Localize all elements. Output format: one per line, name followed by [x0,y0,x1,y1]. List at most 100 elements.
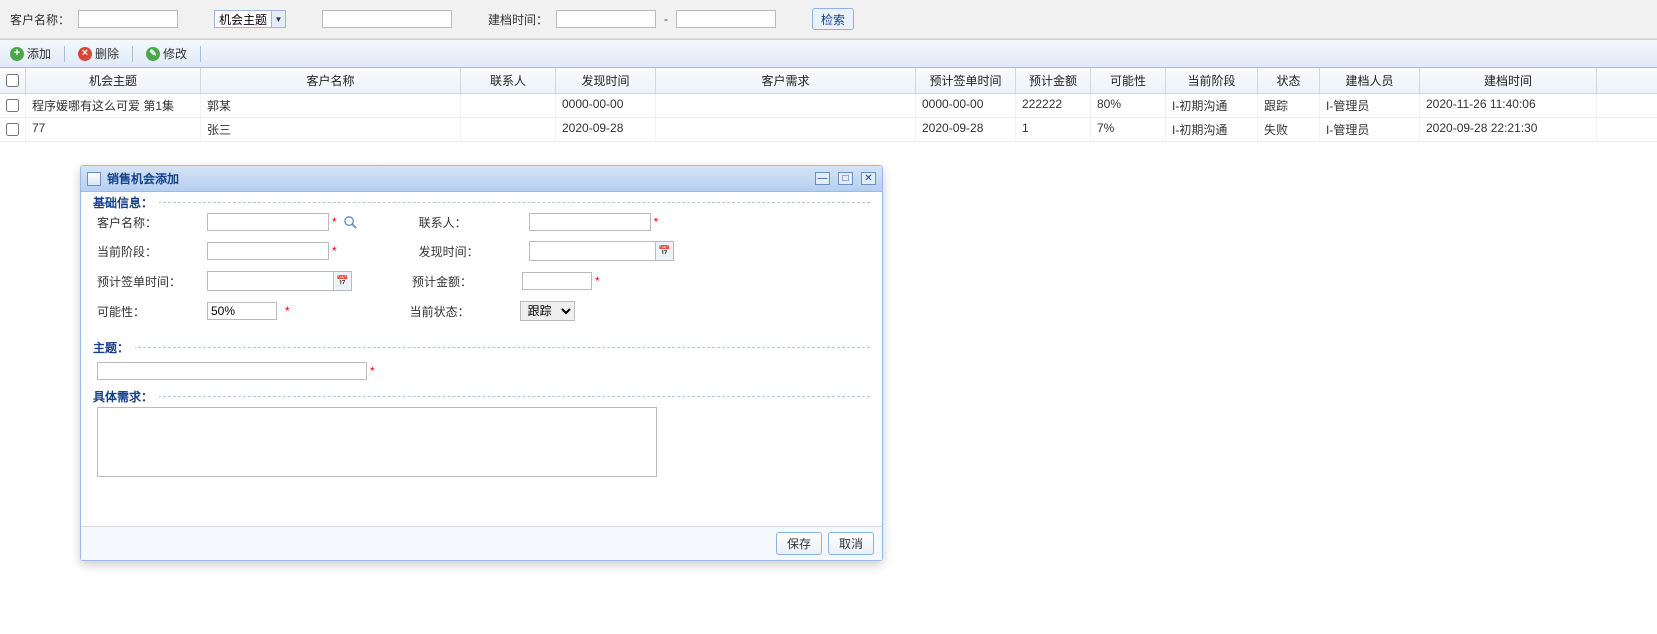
header-need[interactable]: 客户需求 [656,68,916,93]
delete-button[interactable]: × 删除 [73,43,124,64]
required-mark: * [370,364,375,378]
delete-icon: × [78,47,92,61]
create-time-label: 建档时间： [488,11,548,28]
separator [200,46,201,62]
need-section: 具体需求： [93,396,870,520]
est-amt-input[interactable] [522,272,592,290]
row-checkbox[interactable] [6,99,19,112]
contact-input[interactable] [529,213,651,231]
customer-label: 客户名称： [97,214,207,231]
cell-stage: I-初期沟通 [1166,118,1258,141]
toolbar: + 添加 × 删除 ✎ 修改 [0,39,1657,68]
edit-label: 修改 [163,45,187,62]
topic-input[interactable] [97,362,367,380]
topic-value-input[interactable] [322,10,452,28]
required-mark: * [332,215,337,229]
topic-section: 主题： * [93,347,870,390]
calendar-icon[interactable]: 📅 [655,242,673,260]
cell-est-amt: 222222 [1016,94,1091,117]
row-checkbox-cell [0,94,26,117]
separator [132,46,133,62]
cell-customer: 郭某 [201,94,461,117]
header-find-time[interactable]: 发现时间 [556,68,656,93]
cell-customer: 张三 [201,118,461,141]
cell-need [656,118,916,141]
prob-input[interactable] [207,302,277,320]
required-mark: * [595,274,600,288]
dialog-footer: 保存 取消 [81,526,882,560]
header-stage[interactable]: 当前阶段 [1166,68,1258,93]
customer-name-input[interactable] [78,10,178,28]
plus-icon: + [10,47,24,61]
dialog-header[interactable]: 销售机会添加 — □ ✕ [81,166,882,192]
search-button[interactable]: 检索 [812,8,854,30]
table-row[interactable]: 77张三2020-09-282020-09-2817%I-初期沟通失败I-管理员… [0,118,1657,142]
cell-ctime: 2020-11-26 11:40:06 [1420,94,1597,117]
window-icon [87,172,101,186]
date-dash: - [664,12,668,26]
lookup-icon[interactable] [343,214,359,230]
cell-est-amt: 1 [1016,118,1091,141]
create-time-to-input[interactable] [676,10,776,28]
required-mark: * [285,304,290,318]
edit-button[interactable]: ✎ 修改 [141,43,192,64]
create-time-from-input[interactable] [556,10,656,28]
topic-combo[interactable]: ▼ [214,10,286,28]
cell-stage: I-初期沟通 [1166,94,1258,117]
est-time-input[interactable] [208,272,333,290]
cell-find-time: 0000-00-00 [556,94,656,117]
contact-label: 联系人： [419,214,529,231]
maximize-button[interactable]: □ [838,172,853,185]
header-prob[interactable]: 可能性 [1091,68,1166,93]
find-time-input[interactable] [530,242,655,260]
prob-label: 可能性： [97,303,207,320]
header-customer[interactable]: 客户名称 [201,68,461,93]
header-est-time[interactable]: 预计签单时间 [916,68,1016,93]
basic-legend: 基础信息： [93,194,159,211]
cell-clerk: I-管理员 [1320,94,1420,117]
grid-header: 机会主题 客户名称 联系人 发现时间 客户需求 预计签单时间 预计金额 可能性 … [0,68,1657,94]
status-label: 当前状态： [410,303,520,320]
header-ctime[interactable]: 建档时间 [1420,68,1597,93]
header-status[interactable]: 状态 [1258,68,1320,93]
cell-est-time: 2020-09-28 [916,118,1016,141]
header-contact[interactable]: 联系人 [461,68,556,93]
customer-name-label: 客户名称： [10,11,70,28]
status-select[interactable]: 跟踪 [520,301,575,321]
calendar-icon[interactable]: 📅 [333,272,351,290]
table-row[interactable]: 程序媛哪有这么可爱 第1集郭某0000-00-000000-00-0022222… [0,94,1657,118]
row-checkbox[interactable] [6,123,19,136]
minimize-button[interactable]: — [815,172,830,185]
cell-status: 跟踪 [1258,94,1320,117]
edit-icon: ✎ [146,47,160,61]
customer-input[interactable] [207,213,329,231]
cancel-button[interactable]: 取消 [828,532,874,555]
cell-prob: 80% [1091,94,1166,117]
add-button[interactable]: + 添加 [5,43,56,64]
cell-topic: 77 [26,118,201,141]
est-time-label: 预计签单时间： [97,273,207,290]
need-legend: 具体需求： [93,388,159,405]
dialog-body: 基础信息： 客户名称： * 联系人： * [81,192,882,520]
est-amt-label: 预计金额： [412,273,522,290]
chevron-down-icon[interactable]: ▼ [271,11,285,27]
search-bar: 客户名称： ▼ 建档时间： - 检索 [0,0,1657,39]
est-time-input-wrap: 📅 [207,271,352,291]
cell-prob: 7% [1091,118,1166,141]
stage-input[interactable] [207,242,329,260]
header-checkbox-cell [0,68,26,93]
need-textarea[interactable] [97,407,657,477]
header-est-amt[interactable]: 预计金额 [1016,68,1091,93]
topic-combo-input[interactable] [215,11,271,27]
select-all-checkbox[interactable] [6,74,19,87]
header-topic[interactable]: 机会主题 [26,68,201,93]
cell-find-time: 2020-09-28 [556,118,656,141]
close-button[interactable]: ✕ [861,172,876,185]
cell-topic: 程序媛哪有这么可爱 第1集 [26,94,201,117]
cell-need [656,94,916,117]
delete-label: 删除 [95,45,119,62]
save-button[interactable]: 保存 [776,532,822,555]
header-clerk[interactable]: 建档人员 [1320,68,1420,93]
add-label: 添加 [27,45,51,62]
required-mark: * [654,215,659,229]
